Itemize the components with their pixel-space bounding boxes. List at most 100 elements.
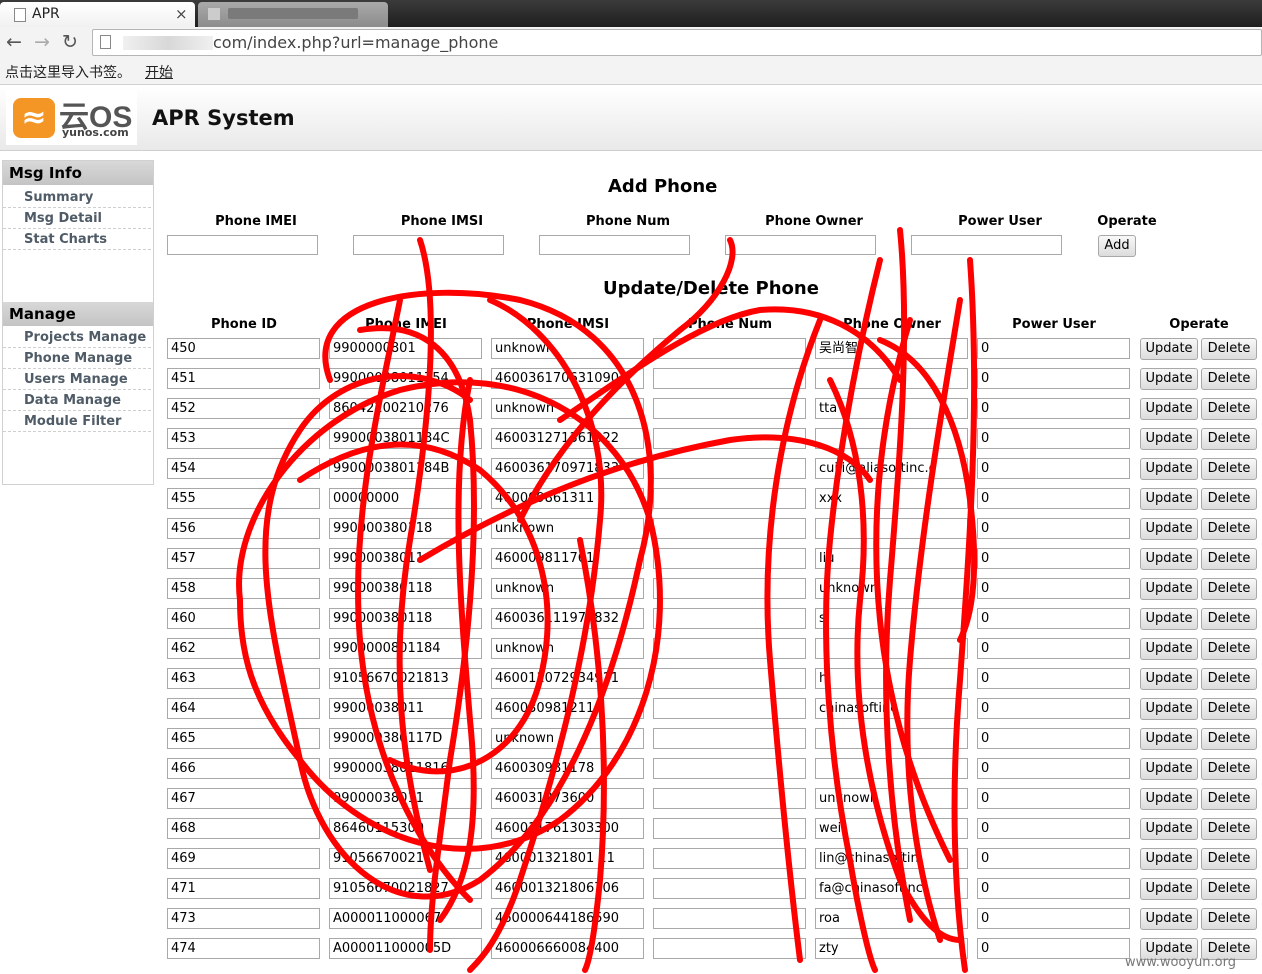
power-user-input[interactable]: 0: [977, 638, 1130, 659]
browser-tab-inactive[interactable]: [198, 2, 388, 27]
phone-id-input[interactable]: 469: [167, 848, 320, 869]
delete-button[interactable]: Delete: [1201, 488, 1257, 510]
phone-imei-input[interactable]: 990000380118: [329, 578, 482, 599]
delete-button[interactable]: Delete: [1201, 458, 1257, 480]
phone-imsi-input[interactable]: 460011072934911: [491, 668, 644, 689]
sidebar-item-stat-charts[interactable]: Stat Charts: [3, 230, 151, 250]
delete-button[interactable]: Delete: [1201, 608, 1257, 630]
delete-button[interactable]: Delete: [1201, 638, 1257, 660]
browser-tab-active[interactable]: APR ×: [0, 2, 195, 27]
phone-id-input[interactable]: 450: [167, 338, 320, 359]
update-button[interactable]: Update: [1140, 818, 1198, 840]
phone-imsi-input[interactable]: unknown: [491, 578, 644, 599]
add-phone-num-input[interactable]: [539, 235, 690, 255]
phone-id-input[interactable]: 465: [167, 728, 320, 749]
phone-id-input[interactable]: 466: [167, 758, 320, 779]
update-button[interactable]: Update: [1140, 488, 1198, 510]
phone-imei-input[interactable]: 9900000801: [329, 338, 482, 359]
add-phone-imei-input[interactable]: [167, 235, 318, 255]
update-button[interactable]: Update: [1140, 728, 1198, 750]
phone-imsi-input[interactable]: 460001321801 11: [491, 848, 644, 869]
phone-num-input[interactable]: [653, 368, 806, 389]
phone-owner-input[interactable]: fa@chinasoftinc: [815, 878, 968, 899]
phone-id-input[interactable]: 460: [167, 608, 320, 629]
power-user-input[interactable]: 0: [977, 518, 1130, 539]
delete-button[interactable]: Delete: [1201, 338, 1257, 360]
phone-owner-input[interactable]: [815, 758, 968, 779]
phone-id-input[interactable]: 453: [167, 428, 320, 449]
phone-imei-input[interactable]: 91056670021: [329, 848, 482, 869]
phone-num-input[interactable]: [653, 758, 806, 779]
power-user-input[interactable]: 0: [977, 368, 1130, 389]
phone-imsi-input[interactable]: unknown: [491, 398, 644, 419]
phone-num-input[interactable]: [653, 488, 806, 509]
phone-imsi-input[interactable]: 460011761303300: [491, 818, 644, 839]
delete-button[interactable]: Delete: [1201, 398, 1257, 420]
phone-imei-input[interactable]: 9900000801184: [329, 638, 482, 659]
yunos-logo[interactable]: ≈ 云OS yunos.com: [6, 90, 137, 145]
phone-owner-input[interactable]: unknown: [815, 788, 968, 809]
add-phone-imsi-input[interactable]: [353, 235, 504, 255]
phone-imsi-input[interactable]: 460006660084400: [491, 938, 644, 959]
phone-imsi-input[interactable]: 460031271361322: [491, 428, 644, 449]
update-button[interactable]: Update: [1140, 638, 1198, 660]
power-user-input[interactable]: 0: [977, 578, 1130, 599]
phone-num-input[interactable]: [653, 698, 806, 719]
update-button[interactable]: Update: [1140, 608, 1198, 630]
phone-num-input[interactable]: [653, 638, 806, 659]
phone-num-input[interactable]: [653, 668, 806, 689]
phone-imei-input[interactable]: 99000038011: [329, 788, 482, 809]
phone-num-input[interactable]: [653, 818, 806, 839]
update-button[interactable]: Update: [1140, 758, 1198, 780]
delete-button[interactable]: Delete: [1201, 668, 1257, 690]
phone-num-input[interactable]: [653, 788, 806, 809]
sidebar-item-module-filter[interactable]: Module Filter: [3, 412, 151, 432]
power-user-input[interactable]: 0: [977, 458, 1130, 479]
update-button[interactable]: Update: [1140, 878, 1198, 900]
phone-owner-input[interactable]: unknown: [815, 578, 968, 599]
phone-imsi-input[interactable]: 460030981211: [491, 698, 644, 719]
sidebar-item-data-manage[interactable]: Data Manage: [3, 391, 151, 411]
add-power-user-input[interactable]: [911, 235, 1062, 255]
phone-imsi-input[interactable]: 460031273600: [491, 788, 644, 809]
bookmark-start-link[interactable]: 开始: [145, 62, 173, 82]
forward-arrow-icon[interactable]: →: [34, 31, 50, 53]
phone-id-input[interactable]: 457: [167, 548, 320, 569]
tab-close-icon[interactable]: ×: [175, 5, 188, 23]
update-button[interactable]: Update: [1140, 428, 1198, 450]
phone-owner-input[interactable]: [815, 368, 968, 389]
phone-num-input[interactable]: [653, 728, 806, 749]
power-user-input[interactable]: 0: [977, 698, 1130, 719]
phone-id-input[interactable]: 474: [167, 938, 320, 959]
power-user-input[interactable]: 0: [977, 338, 1130, 359]
delete-button[interactable]: Delete: [1201, 728, 1257, 750]
phone-num-input[interactable]: [653, 338, 806, 359]
phone-owner-input[interactable]: tta: [815, 398, 968, 419]
add-phone-owner-input[interactable]: [725, 235, 876, 255]
delete-button[interactable]: Delete: [1201, 878, 1257, 900]
sidebar-item-msg-detail[interactable]: Msg Detail: [3, 209, 151, 229]
power-user-input[interactable]: 0: [977, 758, 1130, 779]
delete-button[interactable]: Delete: [1201, 818, 1257, 840]
phone-imei-input[interactable]: 990000380117D: [329, 728, 482, 749]
phone-imei-input[interactable]: 91056670021813: [329, 668, 482, 689]
phone-num-input[interactable]: [653, 608, 806, 629]
phone-num-input[interactable]: [653, 398, 806, 419]
delete-button[interactable]: Delete: [1201, 848, 1257, 870]
phone-imei-input[interactable]: 99000038011: [329, 548, 482, 569]
phone-imei-input[interactable]: 86460115300: [329, 818, 482, 839]
phone-id-input[interactable]: 455: [167, 488, 320, 509]
phone-id-input[interactable]: 468: [167, 818, 320, 839]
phone-num-input[interactable]: [653, 908, 806, 929]
sidebar-item-users-manage[interactable]: Users Manage: [3, 370, 151, 390]
phone-owner-input[interactable]: 吴尚智: [815, 338, 968, 359]
add-button[interactable]: Add: [1098, 235, 1136, 257]
phone-num-input[interactable]: [653, 548, 806, 569]
phone-imsi-input[interactable]: 460001321806706: [491, 878, 644, 899]
phone-num-input[interactable]: [653, 848, 806, 869]
phone-num-input[interactable]: [653, 878, 806, 899]
phone-id-input[interactable]: 462: [167, 638, 320, 659]
phone-id-input[interactable]: 464: [167, 698, 320, 719]
power-user-input[interactable]: 0: [977, 848, 1130, 869]
power-user-input[interactable]: 0: [977, 788, 1130, 809]
